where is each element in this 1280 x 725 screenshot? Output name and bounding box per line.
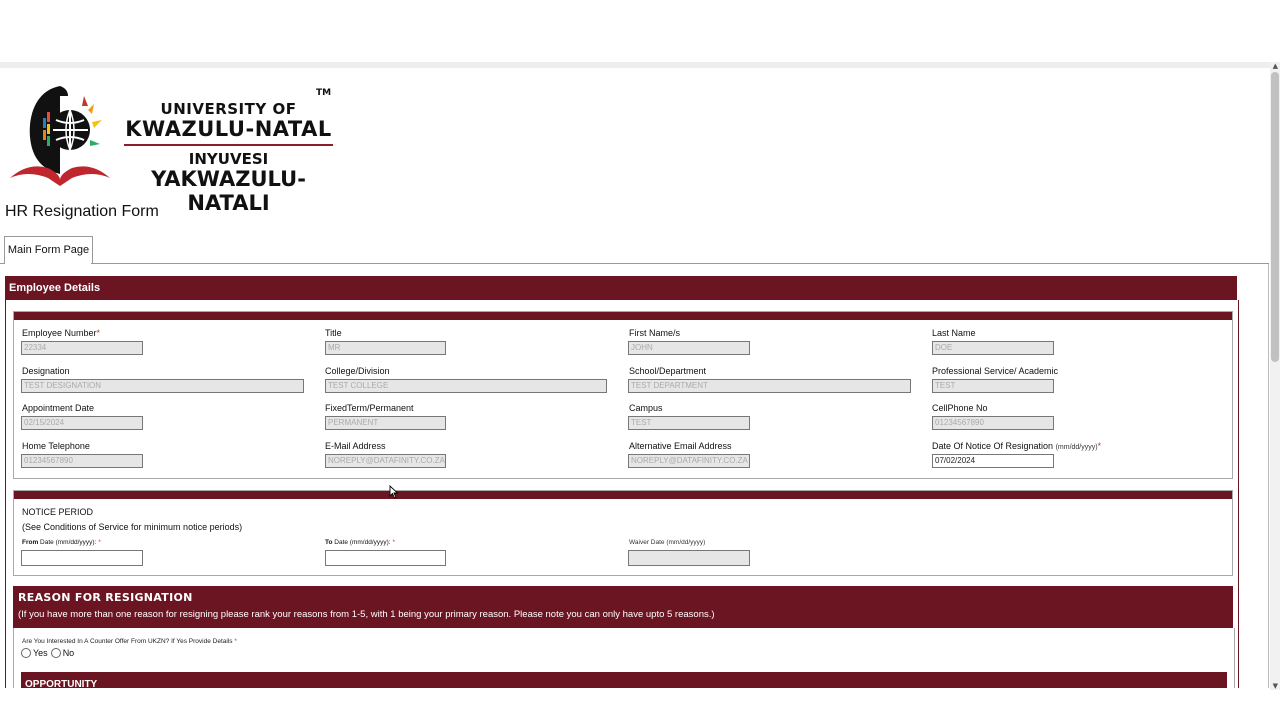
counter-offer-options: Yes No <box>21 648 74 658</box>
notice-period-panel: NOTICE PERIOD (See Conditions of Service… <box>13 490 1233 576</box>
waiver-date-field[interactable] <box>628 550 750 566</box>
browser-top-area <box>0 0 1280 62</box>
school-field[interactable]: TEST DEPARTMENT <box>628 379 911 393</box>
email-label: E-Mail Address <box>325 441 386 451</box>
notice-period-subtitle: (See Conditions of Service for minimum n… <box>22 522 243 532</box>
from-date-label: From Date (mm/dd/yyyy): * <box>22 539 101 546</box>
from-date-field[interactable] <box>21 550 143 566</box>
scroll-down-arrow-icon[interactable]: ▼ <box>1273 682 1278 690</box>
home-telephone-label: Home Telephone <box>22 441 90 451</box>
counter-offer-yes-radio[interactable] <box>21 648 31 658</box>
counter-offer-no-label: No <box>62 648 75 658</box>
school-label: School/Department <box>629 366 707 376</box>
opportunity-header: OPPORTUNITY <box>21 672 1227 688</box>
panel-bar <box>14 491 1232 499</box>
page-content: UNIVERSITY OF KWAZULU-NATAL INYUVESI YAK… <box>0 68 1270 688</box>
email-field[interactable]: NOREPLY@DATAFINITY.CO.ZA <box>325 454 446 468</box>
panel-bar <box>14 312 1232 320</box>
page-title: HR Resignation Form <box>5 203 159 220</box>
scrollbar-thumb[interactable] <box>1271 72 1279 362</box>
appointment-date-label: Appointment Date <box>22 403 95 413</box>
fixed-term-label: FixedTerm/Permanent <box>325 403 414 413</box>
tab-main-form-page[interactable]: Main Form Page <box>4 236 93 264</box>
title-field[interactable]: MR <box>325 341 446 355</box>
counter-offer-yes-label: Yes <box>33 648 48 658</box>
alt-email-label: Alternative Email Address <box>629 441 732 451</box>
logo-line-1: UNIVERSITY OF <box>160 100 297 118</box>
trademark-mark: TM <box>316 88 332 98</box>
campus-field[interactable]: TEST <box>628 416 750 430</box>
fixed-term-field[interactable]: PERMANENT <box>325 416 446 430</box>
first-names-label: First Name/s <box>629 328 681 338</box>
page-scrollbar[interactable]: ▲ ▼ <box>1270 62 1280 690</box>
designation-field[interactable]: TEST DESIGNATION <box>21 379 304 393</box>
counter-offer-no-radio[interactable] <box>50 648 61 658</box>
reason-title: REASON FOR RESIGNATION <box>18 591 193 604</box>
alt-email-field[interactable]: NOREPLY@DATAFINITY.CO.ZA <box>628 454 750 468</box>
ukzn-logo: UNIVERSITY OF KWAZULU-NATAL INYUVESI YAK… <box>8 82 338 215</box>
college-label: College/Division <box>325 366 390 376</box>
to-date-label: To Date (mm/dd/yyyy): * <box>325 539 395 546</box>
cellphone-label: CellPhone No <box>932 403 988 413</box>
notice-date-field[interactable]: 07/02/2024 <box>932 454 1054 468</box>
college-field[interactable]: TEST COLLEGE <box>325 379 607 393</box>
appointment-date-field[interactable]: 02/15/2024 <box>21 416 143 430</box>
first-names-field[interactable]: JOHN <box>628 341 750 355</box>
logo-line-2: KWAZULU-NATAL <box>125 117 332 141</box>
campus-label: Campus <box>629 403 663 413</box>
home-telephone-field[interactable]: 01234567890 <box>21 454 143 468</box>
scroll-up-arrow-icon[interactable]: ▲ <box>1273 62 1278 70</box>
last-name-label: Last Name <box>932 328 976 338</box>
mouse-cursor-icon <box>389 485 399 499</box>
browser-bottom-area <box>0 690 1280 725</box>
logo-line-3: INYUVESI <box>188 150 269 168</box>
notice-date-label: Date Of Notice Of Resignation (mm/dd/yyy… <box>932 441 1102 451</box>
notice-period-title: NOTICE PERIOD <box>22 507 94 517</box>
employee-details-header: Employee Details <box>5 276 1237 300</box>
designation-label: Designation <box>22 366 70 376</box>
logo-wordmark: UNIVERSITY OF KWAZULU-NATAL INYUVESI YAK… <box>116 100 341 215</box>
cellphone-field[interactable]: 01234567890 <box>932 416 1054 430</box>
ukzn-shield-icon <box>10 86 110 186</box>
to-date-field[interactable] <box>325 550 446 566</box>
logo-rule <box>124 144 333 146</box>
prof-service-label: Professional Service/ Academic <box>932 366 1059 376</box>
waiver-date-label: Waiver Date (mm/dd/yyyy) <box>629 539 706 546</box>
title-label: Title <box>325 328 342 338</box>
employee-number-label: Employee Number* <box>22 328 101 338</box>
last-name-field[interactable]: DOE <box>932 341 1054 355</box>
employee-number-field[interactable]: 22334 <box>21 341 143 355</box>
reason-header: REASON FOR RESIGNATION (If you have more… <box>13 586 1233 628</box>
counter-offer-question: Are You Interested In A Counter Offer Fr… <box>22 638 237 645</box>
reason-subtitle: (If you have more than one reason for re… <box>18 609 715 620</box>
prof-service-field[interactable]: TEST <box>932 379 1054 393</box>
